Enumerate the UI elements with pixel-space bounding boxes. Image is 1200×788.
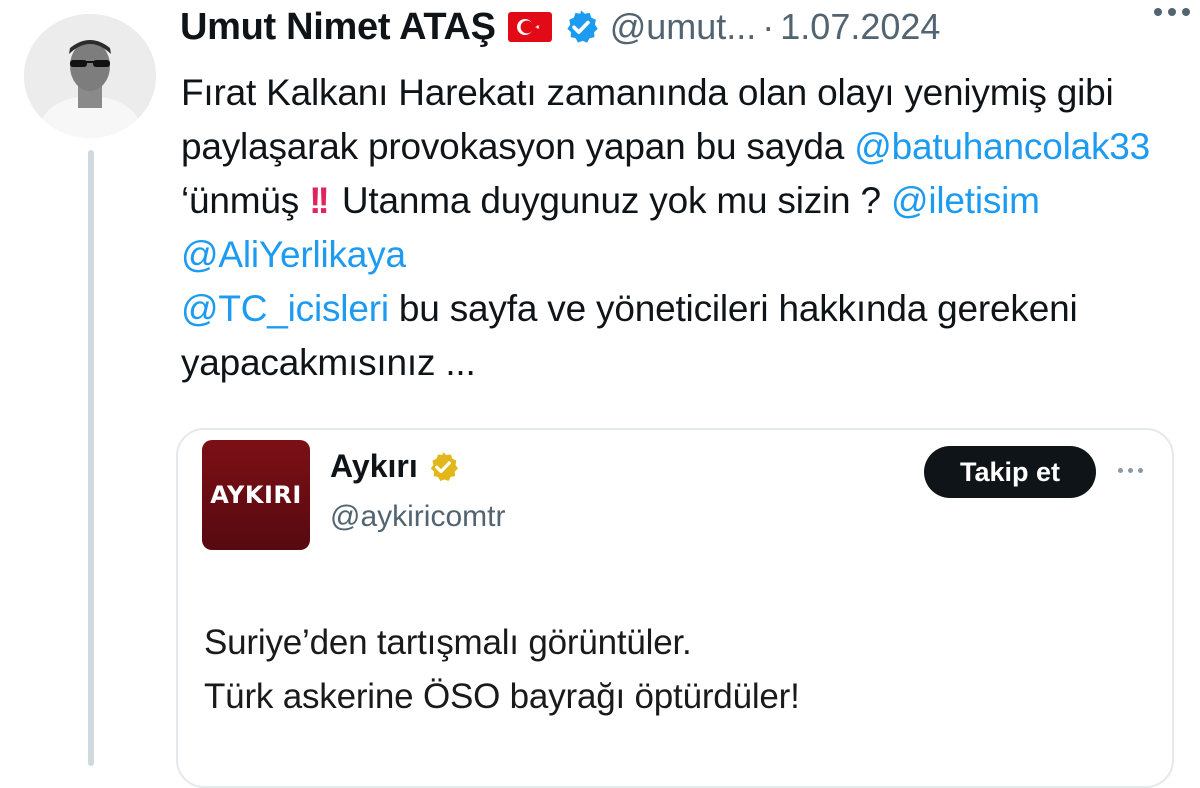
author-handle[interactable]: @umut... <box>610 6 757 48</box>
quote-author[interactable]: Aykırı <box>330 448 460 485</box>
gold-verified-badge-icon <box>426 450 460 484</box>
author-avatar[interactable] <box>24 14 156 138</box>
tweet-text: Fırat Kalkanı Harekatı zamanında olan ol… <box>181 66 1171 390</box>
text-segment: Utanma duygunuz yok mu sizin ? <box>331 180 891 221</box>
thread-line <box>88 150 94 766</box>
mention-iletisim[interactable]: @iletisim <box>891 180 1040 221</box>
author-name[interactable]: Umut Nimet ATAŞ <box>180 6 496 49</box>
quote-line: Türk askerine ÖSO bayrağı öptürdüler! <box>204 677 800 716</box>
turkey-flag-icon <box>507 12 552 42</box>
more-icon[interactable] <box>1154 8 1190 16</box>
mention-batuhancolak33[interactable]: @batuhancolak33 <box>854 126 1150 167</box>
verified-badge-icon <box>562 8 600 46</box>
tweet-header: Umut Nimet ATAŞ @umut... · 1.07.2024 <box>180 2 1190 52</box>
aykiri-logo[interactable]: AYKIRI <box>202 440 310 550</box>
text-segment: ‘ünmüş <box>181 180 310 221</box>
avatar-photo <box>24 14 156 138</box>
quote-more-icon[interactable] <box>1118 468 1143 473</box>
mention-aliyerlikaya[interactable]: @AliYerlikaya <box>181 234 406 275</box>
double-exclamation-emoji: !! <box>309 180 330 221</box>
tweet-date[interactable]: 1.07.2024 <box>780 6 940 48</box>
quote-author-name: Aykırı <box>330 448 418 484</box>
quote-text: Suriye’den tartışmalı görüntüler. Türk a… <box>204 616 800 724</box>
logo-text: AYKIRI <box>210 481 302 509</box>
quoted-tweet-card[interactable]: AYKIRI Aykırı @aykiricomtr Takip et Suri… <box>176 428 1174 788</box>
quote-handle[interactable]: @aykiricomtr <box>330 500 505 534</box>
header-separator: · <box>762 6 775 47</box>
follow-button[interactable]: Takip et <box>924 446 1096 498</box>
mention-tc-icisleri[interactable]: @TC_icisleri <box>181 288 389 329</box>
quote-line: Suriye’den tartışmalı görüntüler. <box>204 623 692 662</box>
